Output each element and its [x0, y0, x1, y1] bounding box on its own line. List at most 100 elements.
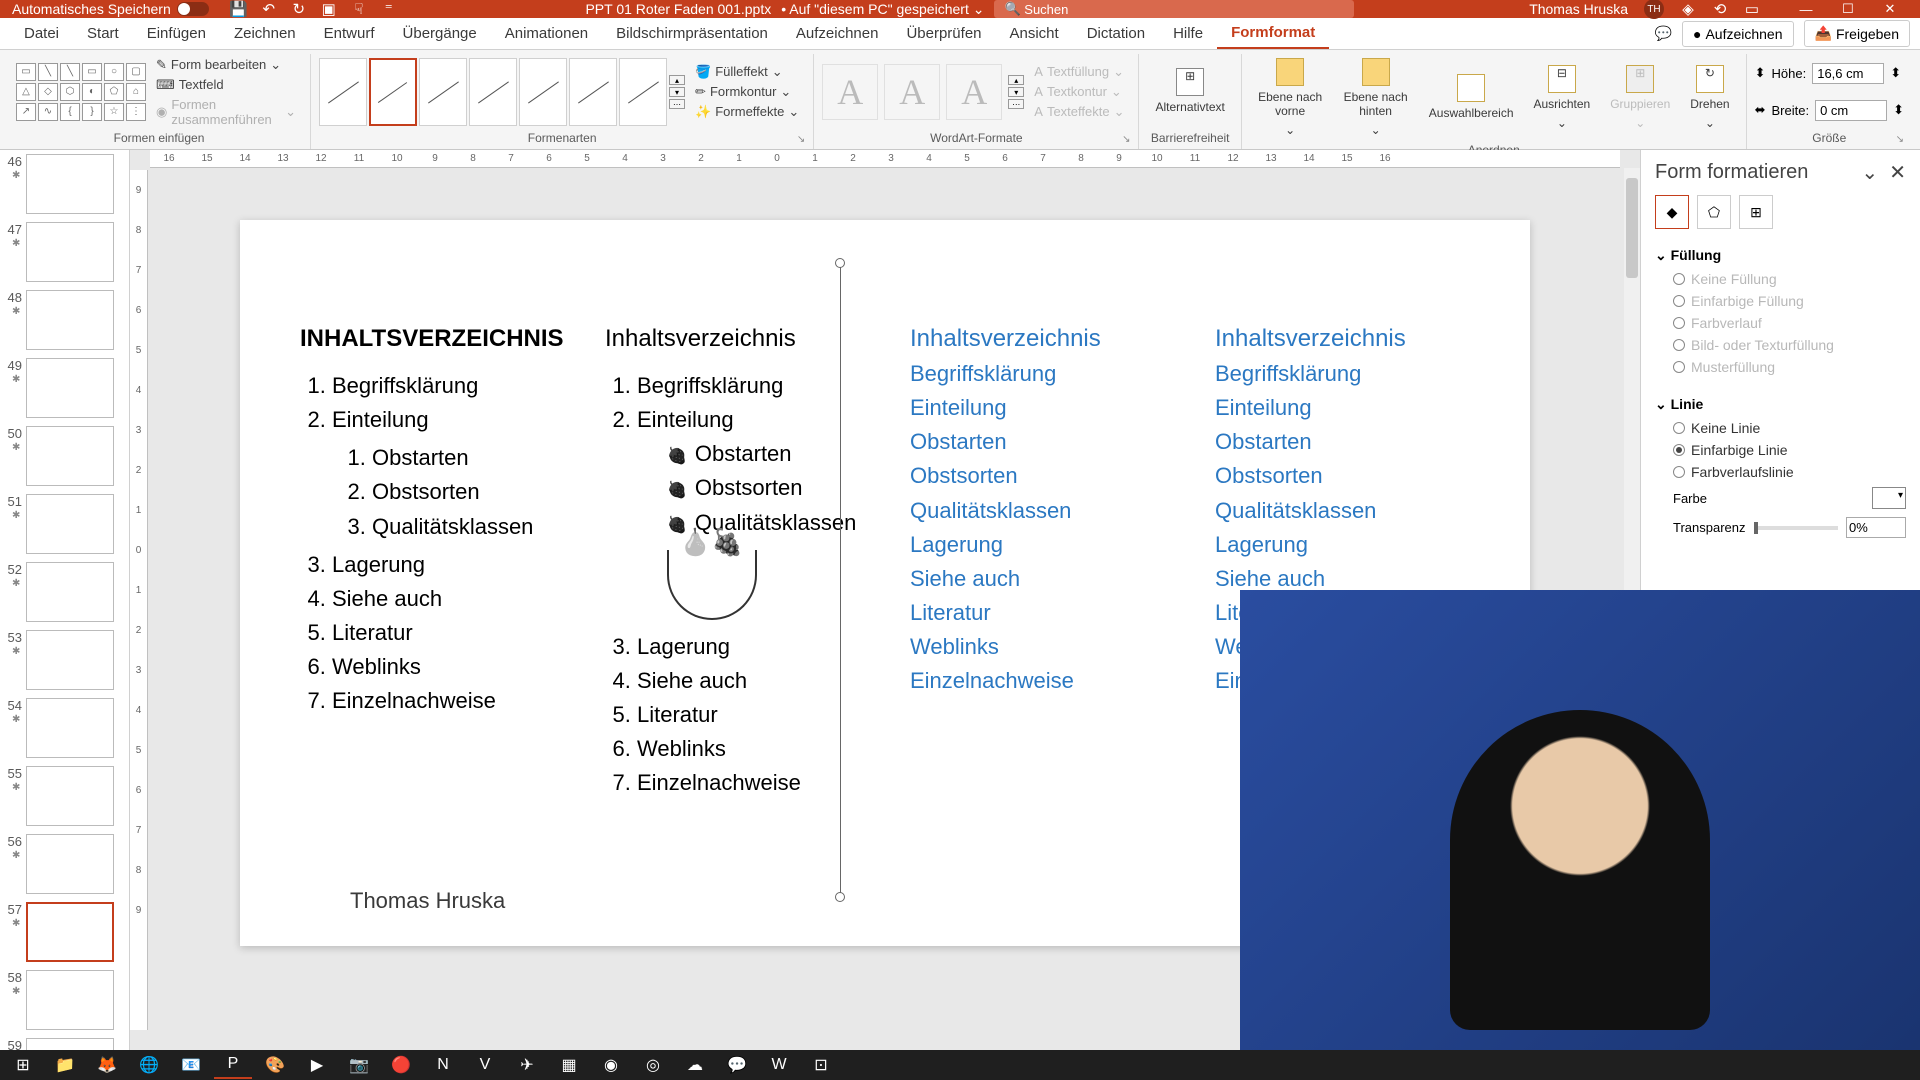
close-button[interactable]: ✕	[1870, 0, 1910, 18]
dialog-launcher-icon[interactable]: ↘	[797, 134, 805, 145]
outline-button[interactable]: ✏ Formkontur ⌄	[689, 82, 805, 102]
rotate-button[interactable]: ↻Drehen ⌄	[1682, 61, 1737, 134]
slide-thumbnail-55[interactable]	[26, 766, 114, 826]
tab-start[interactable]: Start	[73, 19, 133, 48]
height-input[interactable]	[1812, 63, 1884, 84]
explorer-icon[interactable]: 📁	[46, 1051, 84, 1079]
tab-zeichnen[interactable]: Zeichnen	[220, 19, 310, 48]
toggle-switch[interactable]	[177, 2, 209, 16]
sync-icon[interactable]: ⟲	[1712, 1, 1728, 17]
start-button[interactable]: ⊞	[4, 1051, 42, 1079]
slide-thumbnail-59[interactable]	[26, 1038, 114, 1050]
obs-icon[interactable]: ◉	[592, 1051, 630, 1079]
tab-bildschirm[interactable]: Bildschirmpräsentation	[602, 19, 782, 48]
slide-thumbnail-51[interactable]	[26, 494, 114, 554]
telegram-icon[interactable]: ✈	[508, 1051, 546, 1079]
pane-close-icon[interactable]: ✕	[1889, 162, 1906, 184]
slide-thumbnail-48[interactable]	[26, 290, 114, 350]
edit-shape-button[interactable]: ✎ Form bearbeiten ⌄	[150, 55, 302, 75]
undo-icon[interactable]: ↶	[261, 1, 277, 17]
present-icon[interactable]: ▣	[321, 1, 337, 17]
onenote-icon[interactable]: N	[424, 1051, 462, 1079]
tab-entwurf[interactable]: Entwurf	[310, 19, 389, 48]
dialog-launcher-icon[interactable]: ↘	[1122, 134, 1130, 145]
line-opt-gradient[interactable]: Farbverlaufslinie	[1655, 461, 1906, 483]
tab-aufzeichnen[interactable]: Aufzeichnen	[782, 19, 893, 48]
tab-formformat[interactable]: Formformat	[1217, 18, 1329, 49]
fill-section-header[interactable]: ⌄ Füllung	[1655, 243, 1906, 268]
comments-icon[interactable]: 💬	[1655, 25, 1672, 42]
line-opt-none[interactable]: Keine Linie	[1655, 417, 1906, 439]
fill-button[interactable]: 🪣 Fülleffekt ⌄	[689, 62, 805, 82]
app-icon[interactable]: 📷	[340, 1051, 378, 1079]
wordart-gallery[interactable]: AAA ▴▾⋯	[822, 64, 1024, 120]
slide-thumbnail-47[interactable]	[26, 222, 114, 282]
size-props-tab[interactable]: ⊞	[1739, 195, 1773, 229]
selection-handle-bottom[interactable]	[835, 892, 845, 902]
alt-text-button[interactable]: ⊞Alternativtext	[1147, 64, 1232, 118]
window-icon[interactable]: ▭	[1744, 1, 1760, 17]
tab-uebergaenge[interactable]: Übergänge	[389, 19, 491, 48]
width-input[interactable]	[1815, 100, 1887, 121]
dialog-launcher-icon[interactable]: ↘	[1896, 134, 1904, 145]
tab-hilfe[interactable]: Hilfe	[1159, 19, 1217, 48]
save-icon[interactable]: 💾	[231, 1, 247, 17]
pane-dropdown-icon[interactable]: ⌄	[1861, 162, 1878, 184]
qat-more-icon[interactable]: ⁼	[381, 1, 397, 17]
app-icon[interactable]: ⊡	[802, 1051, 840, 1079]
outlook-icon[interactable]: 📧	[172, 1051, 210, 1079]
tab-einfuegen[interactable]: Einfügen	[133, 19, 220, 48]
share-button[interactable]: 📤 Freigeben	[1804, 20, 1910, 47]
firefox-icon[interactable]: 🦊	[88, 1051, 126, 1079]
tab-animationen[interactable]: Animationen	[491, 19, 602, 48]
send-backward-button[interactable]: Ebene nach hinten ⌄	[1334, 54, 1416, 141]
app-icon[interactable]: 💬	[718, 1051, 756, 1079]
vlc-icon[interactable]: ▶	[298, 1051, 336, 1079]
user-avatar[interactable]: TH	[1644, 0, 1664, 19]
textbox-button[interactable]: ⌨ Textfeld	[150, 75, 302, 95]
bring-forward-button[interactable]: Ebene nach vorne ⌄	[1250, 54, 1331, 141]
effects-button[interactable]: ✨ Formeffekte ⌄	[689, 102, 805, 122]
transparency-input[interactable]	[1846, 517, 1906, 538]
app-icon[interactable]: 🔴	[382, 1051, 420, 1079]
touch-icon[interactable]: ☟	[351, 1, 367, 17]
slide-thumbnail-53[interactable]	[26, 630, 114, 690]
word-icon[interactable]: W	[760, 1051, 798, 1079]
slide-thumbnail-54[interactable]	[26, 698, 114, 758]
search-box[interactable]: 🔍 Suchen	[994, 0, 1354, 18]
minimize-button[interactable]: —	[1786, 0, 1826, 18]
slide-thumbnail-46[interactable]	[26, 154, 114, 214]
maximize-button[interactable]: ☐	[1828, 0, 1868, 18]
slide-thumbnail-57[interactable]	[26, 902, 114, 962]
app-icon[interactable]: ▦	[550, 1051, 588, 1079]
shapes-gallery[interactable]: ▭╲╲▭○▢ △◇⬡◐⬠⌂ ↗∿{}☆⋮	[16, 63, 146, 121]
color-picker[interactable]	[1872, 487, 1906, 509]
slide-thumbnail-58[interactable]	[26, 970, 114, 1030]
chrome-icon[interactable]: 🌐	[130, 1051, 168, 1079]
app-icon[interactable]: 🎨	[256, 1051, 294, 1079]
redo-icon[interactable]: ↻	[291, 1, 307, 17]
fill-line-tab[interactable]: ◆	[1655, 195, 1689, 229]
selection-handle-top[interactable]	[835, 258, 845, 268]
align-button[interactable]: ⊟Ausrichten ⌄	[1526, 61, 1599, 134]
tab-dictation[interactable]: Dictation	[1073, 19, 1159, 48]
transparency-slider[interactable]	[1754, 526, 1839, 530]
autosave-toggle[interactable]: Automatisches Speichern	[4, 1, 217, 17]
tab-ueberpruefen[interactable]: Überprüfen	[892, 19, 995, 48]
tab-ansicht[interactable]: Ansicht	[996, 19, 1073, 48]
stepper-icon[interactable]: ⬍	[1893, 102, 1904, 118]
line-style-gallery[interactable]: ▴▾⋯	[319, 58, 685, 126]
slide-thumbnails[interactable]: 4647484950515253545556575859	[0, 150, 130, 1050]
powerpoint-icon[interactable]: P	[214, 1051, 252, 1079]
slide-thumbnail-56[interactable]	[26, 834, 114, 894]
app-icon[interactable]: ☁	[676, 1051, 714, 1079]
stepper-icon[interactable]: ⬍	[1890, 65, 1901, 81]
visio-icon[interactable]: V	[466, 1051, 504, 1079]
selected-line-shape[interactable]	[840, 262, 841, 896]
line-opt-solid[interactable]: Einfarbige Linie	[1655, 439, 1906, 461]
slide-thumbnail-50[interactable]	[26, 426, 114, 486]
slide-thumbnail-49[interactable]	[26, 358, 114, 418]
app-icon[interactable]: ◎	[634, 1051, 672, 1079]
slide-thumbnail-52[interactable]	[26, 562, 114, 622]
tab-datei[interactable]: Datei	[10, 19, 73, 48]
